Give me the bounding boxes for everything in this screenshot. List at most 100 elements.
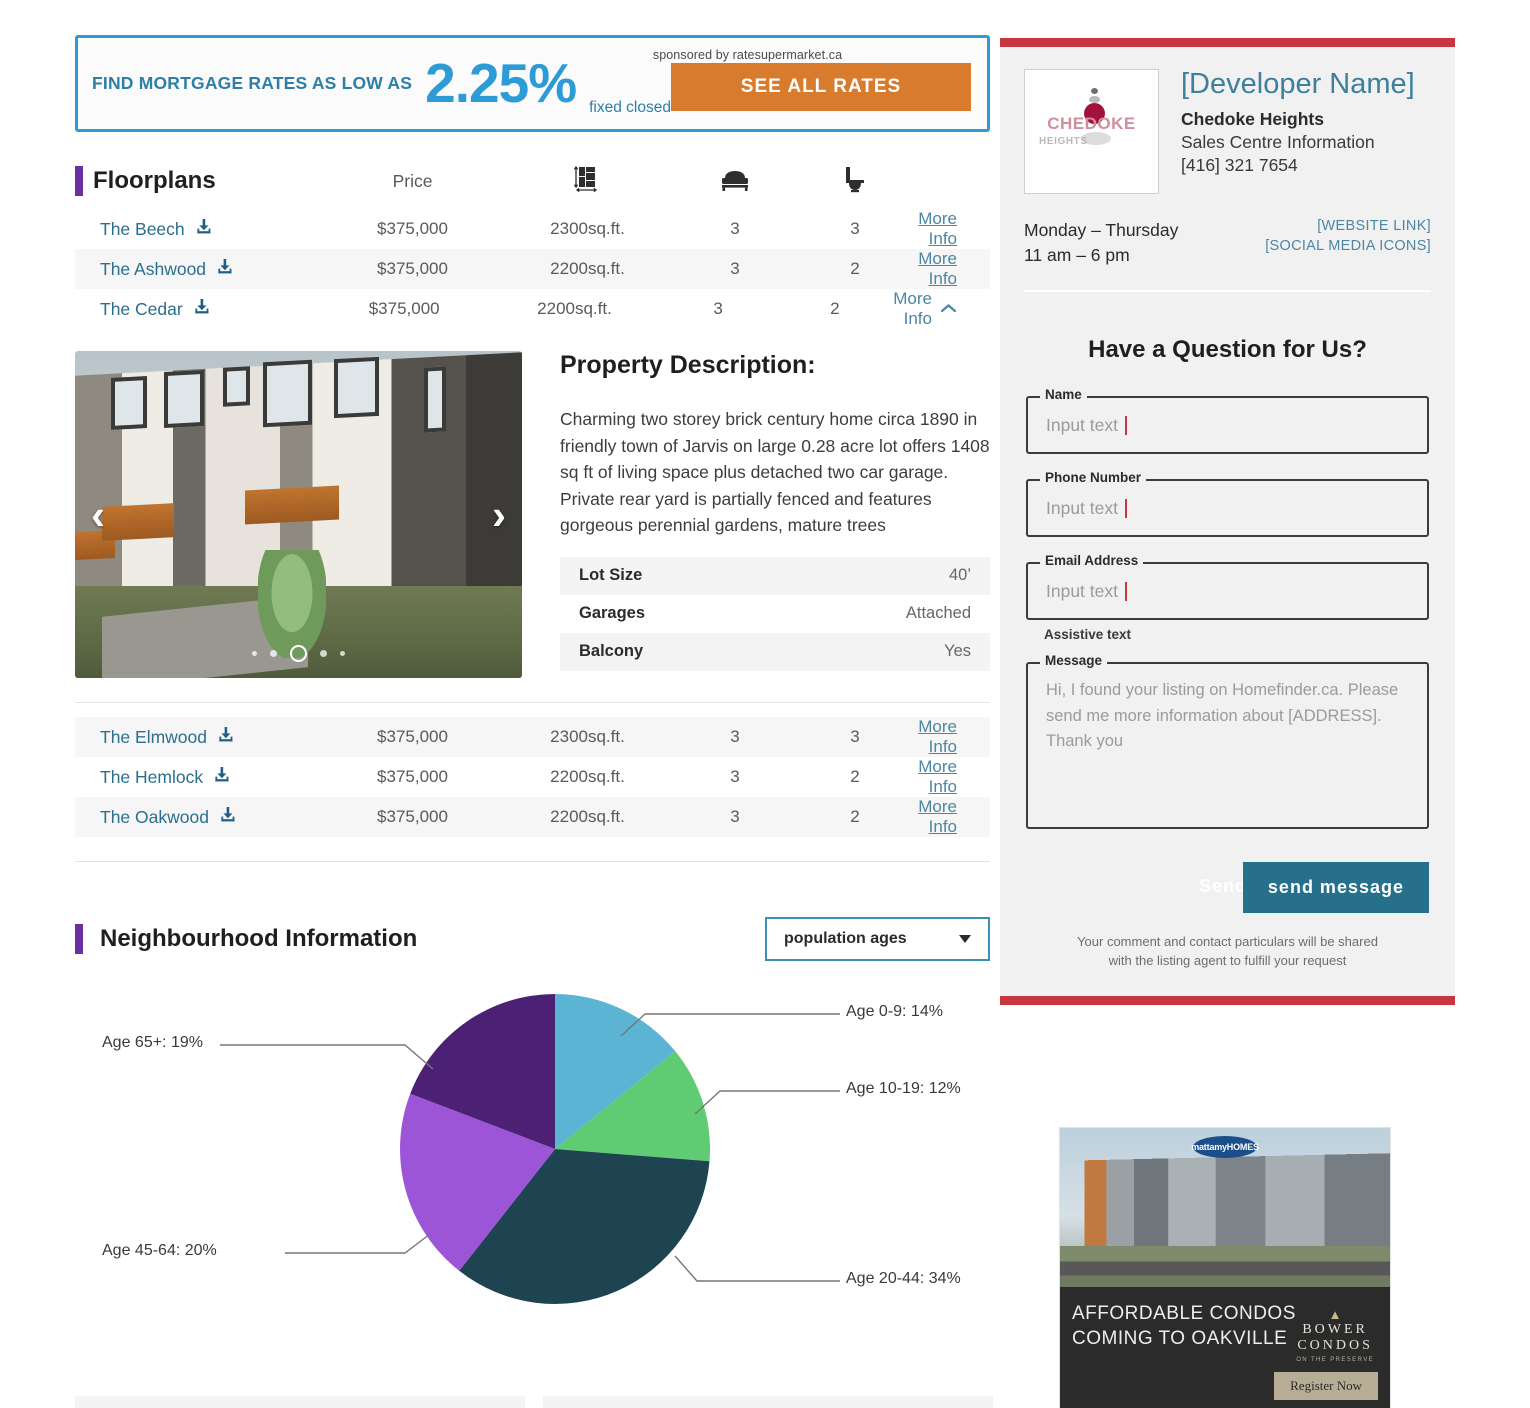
chevron-down-icon [959,935,971,943]
floorplans-title: Floorplans [93,167,216,194]
contact-form: Name Input text Phone Number Input text … [1000,364,1455,996]
bottom-panels [75,1396,993,1408]
pie-slices-real [400,994,710,1304]
more-info-link-expanded[interactable]: More Info [893,289,957,329]
download-icon[interactable] [193,298,211,321]
pie-label-age-65-plus: Age 65+: 19% [102,1034,203,1051]
table-row[interactable]: The Oakwood $375,000 2200sq.ft. 3 2 More… [75,797,990,837]
property-description-body: Charming two storey brick century home c… [560,409,990,535]
more-info-link[interactable]: More Info [918,797,957,836]
download-icon[interactable] [219,806,237,829]
see-all-rates-button[interactable]: SEE ALL RATES [671,63,971,111]
more-info-link[interactable]: More Info [918,249,957,288]
developer-community: Chedoke Heights [1181,108,1324,129]
name-field-label: Name [1040,387,1087,402]
rate-value: 2.25% [425,52,577,114]
carousel-dot[interactable] [320,650,327,657]
card-bottom-accent-bar [1000,996,1455,1005]
message-field-label: Message [1040,653,1108,668]
carousel-dot-active[interactable] [290,645,307,662]
floorplan-size: 2200sq.ft. [550,807,625,826]
ad-building-render [1084,1152,1390,1260]
message-textarea[interactable]: Hi, I found your listing on Homefinder.c… [1026,662,1429,829]
download-icon[interactable] [213,766,231,789]
message-text: Hi, I found your listing on Homefinder.c… [1046,681,1399,750]
bed-icon [719,170,751,196]
carousel-dot[interactable] [270,650,277,657]
ad-image: mattamyHOMES [1060,1128,1390,1287]
floorplan-size: 2200sq.ft. [550,767,625,786]
text-cursor [1125,498,1127,518]
ad-register-button[interactable]: Register Now [1274,1372,1378,1400]
section-accent-bar [75,166,83,196]
floorplan-area-icon [573,165,603,198]
table-row[interactable]: The Cedar $375,000 2200sq.ft. 3 2 More I… [75,289,990,329]
window-decor [164,369,205,428]
table-row[interactable]: The Beech $375,000 2300sq.ft. 3 3 More I… [75,209,990,249]
website-link[interactable]: [WEBSITE LINK] [1265,218,1431,234]
send-message-button[interactable]: send message [1242,862,1429,913]
neighbourhood-title: Neighbourhood Information [100,925,418,952]
developer-subtitle: Sales Centre Information [1181,131,1375,152]
chevron-up-icon [940,299,957,319]
name-input[interactable]: Input text [1026,396,1429,454]
neighbourhood-metric-select[interactable]: population ages [765,917,990,961]
advertisement-banner[interactable]: mattamyHOMES AFFORDABLE CONDOS COMING TO… [1060,1128,1390,1408]
phone-input[interactable]: Input text [1026,479,1429,537]
floorplan-name: The Cedar [100,298,183,319]
floorplan-name-cell[interactable]: The Ashwood [75,258,325,281]
carousel-prev-button[interactable]: ‹ [91,493,105,536]
carousel-dot[interactable] [340,651,345,656]
floorplan-name: The Ashwood [100,258,207,279]
download-icon[interactable] [217,726,235,749]
pie-label-age-0-9: Age 0-9: 14% [846,1003,943,1020]
social-media-icons-link[interactable]: [SOCIAL MEDIA ICONS] [1265,238,1431,254]
pie-chart-svg [220,994,840,1304]
floorplan-name-cell[interactable]: The Elmwood [75,726,325,749]
ad-project-line1: BOWER [1302,1322,1368,1337]
download-icon[interactable] [216,258,234,281]
floorplan-price: $375,000 [377,767,448,786]
section-accent-bar [75,924,83,954]
table-row[interactable]: The Elmwood $375,000 2300sq.ft. 3 3 More… [75,717,990,757]
toilet-icon [842,166,868,197]
bottom-panel-right [543,1396,993,1408]
developer-phone: [416] 321 7654 [1181,154,1298,175]
text-cursor [1125,581,1127,601]
developer-logo: CHEDOKE HEIGHTS [1024,69,1159,194]
window-decor [110,376,147,431]
more-info-link[interactable]: More Info [918,209,957,248]
column-header-price: Price [392,170,433,191]
main-content-column: sponsored by ratesupermarket.ca FIND MOR… [75,35,990,1311]
carousel-dot[interactable] [252,651,257,656]
phone-input-placeholder: Input text [1046,497,1118,518]
property-image-carousel[interactable]: ‹ › [75,351,522,678]
more-info-link[interactable]: More Info [918,717,957,756]
window-decor [334,356,379,418]
column-header-size [500,164,675,199]
logo-primary-text: CHEDOKE [1047,114,1136,133]
floorplan-name-cell[interactable]: The Hemlock [75,766,325,789]
hours-time: 11 am – 6 pm [1024,245,1130,265]
send-button-area: Send message send message [1026,854,1429,926]
ad-project-brand: ▲ BOWER CONDOS ON THE PRESERVE [1296,1307,1374,1363]
neighbourhood-section-header: Neighbourhood Information population age… [75,917,990,961]
floorplan-name-cell[interactable]: The Cedar [75,298,319,321]
floorplan-beds: 3 [730,767,740,786]
floorplan-baths: 2 [850,807,860,826]
sidebar-column: CHEDOKE HEIGHTS [Developer Name] Chedoke… [1000,38,1455,1005]
floorplan-name-cell[interactable]: The Beech [75,218,325,241]
email-input[interactable]: Input text [1026,562,1429,620]
download-icon[interactable] [195,218,213,241]
floorplan-price: $375,000 [377,259,448,278]
floorplan-name-cell[interactable]: The Oakwood [75,806,325,829]
bottom-panel-left [75,1396,525,1408]
carousel-next-button[interactable]: › [492,493,506,536]
table-row[interactable]: The Hemlock $375,000 2200sq.ft. 3 2 More… [75,757,990,797]
more-info-link[interactable]: More Info [918,757,957,796]
floorplan-baths: 2 [850,259,860,278]
column-header-bathrooms [795,165,915,198]
table-row[interactable]: The Ashwood $375,000 2200sq.ft. 3 2 More… [75,249,990,289]
email-input-placeholder: Input text [1046,580,1118,601]
ad-caption-area: AFFORDABLE CONDOS COMING TO OAKVILLE ▲ B… [1060,1287,1390,1408]
